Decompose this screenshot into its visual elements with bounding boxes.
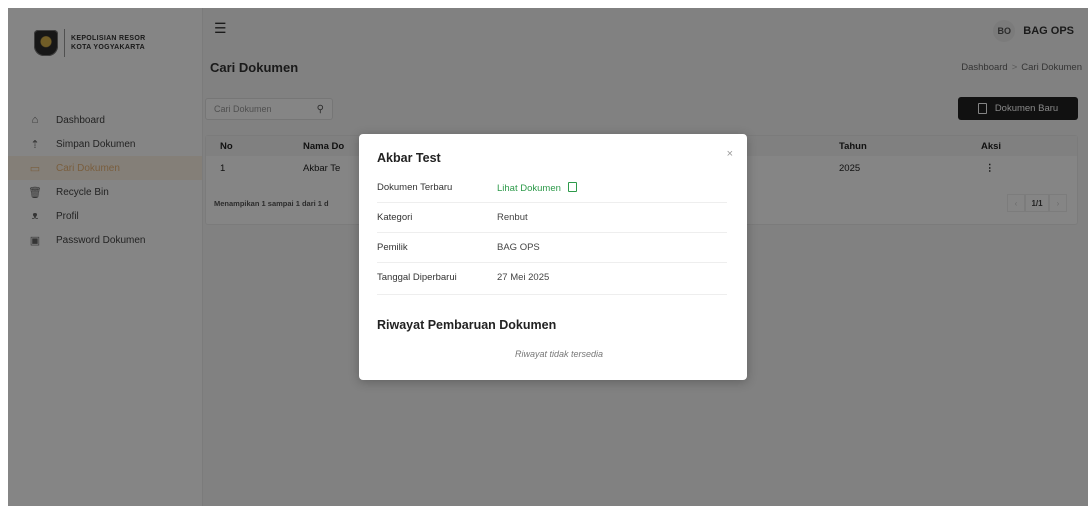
info-row-owner: Pemilik BAG OPS [377,232,727,263]
updated-value: 27 Mei 2025 [497,272,550,283]
category-label: Kategori [377,212,413,223]
latest-document-label: Dokumen Terbaru [377,182,453,193]
category-value: Renbut [497,212,528,223]
modal-title: Akbar Test [377,151,441,165]
view-document-link-text[interactable]: Lihat Dokumen [497,183,561,194]
history-title: Riwayat Pembaruan Dokumen [377,318,557,332]
updated-label: Tanggal Diperbarui [377,272,457,283]
document-detail-modal: Akbar Test × Dokumen Terbaru Lihat Dokum… [359,134,747,380]
view-document-link[interactable]: Lihat Dokumen [497,182,577,194]
info-row-category: Kategori Renbut [377,202,727,233]
history-empty-text: Riwayat tidak tersedia [514,349,604,359]
owner-label: Pemilik [377,242,408,253]
info-row-latest-document: Dokumen Terbaru Lihat Dokumen [377,172,727,203]
document-icon[interactable] [567,182,577,192]
owner-value: BAG OPS [497,242,540,253]
info-row-updated: Tanggal Diperbarui 27 Mei 2025 [377,262,727,295]
close-icon[interactable]: × [727,148,733,160]
